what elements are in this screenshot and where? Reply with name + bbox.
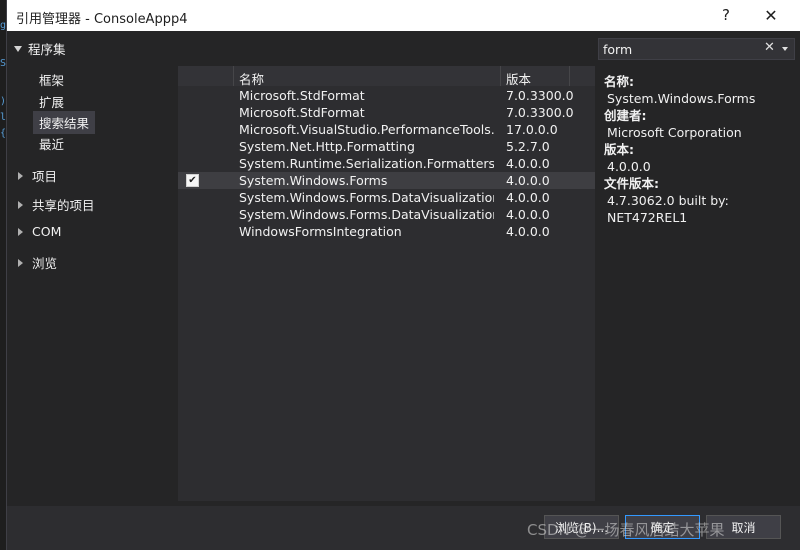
nav-item-search-results[interactable]: 搜索结果 xyxy=(33,111,96,134)
browse-button[interactable]: 浏览(B)... xyxy=(544,515,619,539)
row-name: System.Runtime.Serialization.Formatters.… xyxy=(239,156,494,171)
nav-projects[interactable]: 项目 xyxy=(18,166,57,185)
row-checkbox[interactable]: ✔ xyxy=(186,174,199,187)
nav-item-recent[interactable]: 最近 xyxy=(33,132,70,155)
navigation-pane: 程序集 框架 扩展 搜索结果 最近 项目 共享的项目 COM 浏览 xyxy=(7,31,178,506)
nav-com[interactable]: COM xyxy=(18,224,61,239)
clear-search-icon[interactable]: ✕ xyxy=(764,40,775,55)
table-row[interactable]: WindowsFormsIntegration 4.0.0.0 xyxy=(178,223,595,240)
table-row[interactable]: System.Net.Http.Formatting 5.2.7.0 xyxy=(178,138,595,155)
row-version: 4.0.0.0 xyxy=(506,207,550,222)
row-name: System.Windows.Forms.DataVisualization xyxy=(239,190,494,205)
table-row[interactable]: System.Runtime.Serialization.Formatters.… xyxy=(178,155,595,172)
row-version: 5.2.7.0 xyxy=(506,139,550,154)
header-version-column[interactable]: 版本 xyxy=(501,66,570,87)
nav-item-framework[interactable]: 框架 xyxy=(33,68,70,91)
nav-assemblies-label: 程序集 xyxy=(28,42,66,57)
details-creator-label: 创建者: xyxy=(604,108,647,123)
row-version: 4.0.0.0 xyxy=(506,224,550,239)
row-version: 17.0.0.0 xyxy=(506,122,558,137)
row-version: 7.0.3300.0 xyxy=(506,105,574,120)
ok-button[interactable]: 确定 xyxy=(625,515,700,539)
nav-shared-projects[interactable]: 共享的项目 xyxy=(18,195,95,214)
details-pane: 名称: System.Windows.Forms 创建者: Microsoft … xyxy=(604,73,794,226)
row-name: System.Windows.Forms.DataVisualization..… xyxy=(239,207,494,222)
collapsed-triangle-icon xyxy=(18,227,23,236)
assembly-list: 名称 版本 Microsoft.StdFormat 7.0.3300.0 Micro… xyxy=(178,66,595,501)
details-file-version-value-build: NET472REL1 xyxy=(607,210,688,225)
row-name: Microsoft.VisualStudio.PerformanceTools.… xyxy=(239,122,494,137)
collapsed-triangle-icon xyxy=(18,171,23,180)
search-box: ✕ xyxy=(598,38,795,60)
row-version: 4.0.0.0 xyxy=(506,190,550,205)
table-row[interactable]: System.Windows.Forms.DataVisualization 4.… xyxy=(178,189,595,206)
nav-browse[interactable]: 浏览 xyxy=(18,253,57,272)
row-name: System.Net.Http.Formatting xyxy=(239,139,415,154)
row-name: Microsoft.StdFormat xyxy=(239,88,365,103)
details-file-version-label: 文件版本: xyxy=(604,176,659,191)
nav-projects-label: 项目 xyxy=(32,169,58,184)
row-version: 4.0.0.0 xyxy=(506,156,550,171)
help-button[interactable]: ? xyxy=(713,3,739,27)
row-version: 7.0.3300.0 xyxy=(506,88,574,103)
row-name: Microsoft.StdFormat xyxy=(239,105,365,120)
close-button[interactable]: ✕ xyxy=(758,3,784,27)
nav-assemblies[interactable]: 程序集 xyxy=(14,39,66,58)
nav-item-extensions[interactable]: 扩展 xyxy=(33,90,70,113)
dialog-footer: 浏览(B)... 确定 取消 xyxy=(7,506,800,550)
table-row[interactable]: System.Windows.Forms.DataVisualization..… xyxy=(178,206,595,223)
row-name: WindowsFormsIntegration xyxy=(239,224,402,239)
table-row[interactable]: Microsoft.StdFormat 7.0.3300.0 xyxy=(178,104,595,121)
list-header: 名称 版本 xyxy=(178,66,595,87)
details-version-label: 版本: xyxy=(604,142,634,157)
table-row[interactable]: Microsoft.StdFormat 7.0.3300.0 xyxy=(178,87,595,104)
window-title: 引用管理器 - ConsoleAppp4 xyxy=(16,12,188,27)
title-bar: 引用管理器 - ConsoleAppp4 ? ✕ xyxy=(7,0,800,31)
collapsed-triangle-icon xyxy=(18,200,23,209)
row-name: System.Windows.Forms xyxy=(239,173,388,188)
header-name-column[interactable]: 名称 xyxy=(234,66,501,87)
nav-shared-projects-label: 共享的项目 xyxy=(32,198,95,213)
search-input[interactable] xyxy=(603,41,753,57)
cancel-button[interactable]: 取消 xyxy=(706,515,781,539)
expanded-triangle-icon xyxy=(14,45,22,52)
details-name-label: 名称: xyxy=(604,74,634,89)
table-row[interactable]: Microsoft.VisualStudio.PerformanceTools.… xyxy=(178,121,595,138)
nav-browse-label: 浏览 xyxy=(32,256,58,271)
details-version-value: 4.0.0.0 xyxy=(607,159,651,174)
search-dropdown-icon[interactable] xyxy=(782,47,788,51)
row-version: 4.0.0.0 xyxy=(506,173,550,188)
reference-manager-dialog: 引用管理器 - ConsoleAppp4 ? ✕ 程序集 框架 扩展 搜索结果 … xyxy=(6,0,800,550)
collapsed-triangle-icon xyxy=(18,258,23,267)
details-file-version-value: 4.7.3062.0 built by: xyxy=(607,193,729,208)
details-name-value: System.Windows.Forms xyxy=(607,91,756,106)
header-checkbox-column[interactable] xyxy=(178,66,234,86)
table-row[interactable]: ✔ System.Windows.Forms 4.0.0.0 xyxy=(178,172,595,189)
details-creator-value: Microsoft Corporation xyxy=(607,125,742,140)
nav-com-label: COM xyxy=(32,224,62,239)
